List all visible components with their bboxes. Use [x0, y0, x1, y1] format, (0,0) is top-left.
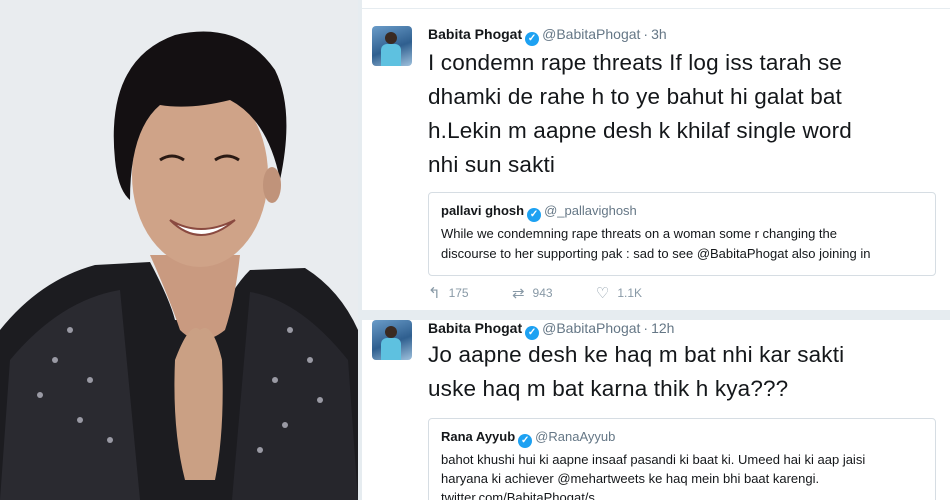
reply-icon: ↰ — [428, 285, 441, 302]
retweet-icon: ⇄ — [511, 285, 525, 302]
tweet-feed[interactable]: Babita Phogat ✓ @BabitaPhogat · 3h I condemn… — [362, 0, 950, 500]
heart-icon: ♡ — [595, 285, 610, 302]
quoted-text: bahot khushi hui ki aapne insaaf pasandi… — [441, 450, 921, 500]
verified-badge-icon: ✓ — [518, 434, 533, 448]
reply-button[interactable]: ↰ 175 — [428, 284, 469, 302]
author-name[interactable]: Babita Phogat — [428, 320, 522, 336]
tweet-separator — [362, 310, 950, 320]
tweet-text-line: I condemn rape threats If log iss tarah … — [428, 50, 843, 75]
quoted-author-name: Rana Ayyub — [441, 429, 516, 444]
tweet-text-line: h.Lekin m aapne desh k khilaf single wor… — [428, 118, 852, 143]
verified-badge-icon: ✓ — [527, 208, 542, 222]
retweet-button[interactable]: ⇄ 943 — [512, 284, 553, 302]
quoted-author-handle: @_pallavighosh — [544, 203, 637, 218]
tweet-text-line: dhamki de rahe h to ye bahut hi galat ba… — [428, 84, 842, 109]
tweet-time[interactable]: 12h — [651, 320, 674, 336]
quoted-text-line: haryana ki achiever @mehartweets ke haq … — [441, 471, 820, 486]
tweet-actions: ↰ 175 ⇄ 943 ♡ 1.1K — [428, 284, 682, 302]
quoted-tweet[interactable]: pallavi ghosh ✓ @_pallavighosh While we co… — [428, 192, 936, 276]
quoted-author-name: pallavi ghosh — [441, 203, 525, 218]
tweet-text-line: Jo aapne desh ke haq m bat nhi kar sakti — [428, 342, 845, 367]
retweet-count: 943 — [532, 286, 553, 300]
quoted-tweet[interactable]: Rana Ayyub ✓ @RanaAyyub bahot khushi hui k… — [428, 418, 936, 500]
quoted-link[interactable]: twitter.com/BabitaPhogat/s... — [441, 488, 921, 500]
tweet-1[interactable]: Babita Phogat ✓ @BabitaPhogat · 3h I condemn… — [362, 8, 950, 310]
tweet-text: I condemn rape threats If log iss tarah … — [428, 46, 852, 182]
tweet-header: Babita Phogat ✓ @BabitaPhogat · 3h — [428, 26, 667, 46]
author-name[interactable]: Babita Phogat — [428, 26, 522, 42]
like-button[interactable]: ♡ 1.1K — [596, 284, 642, 302]
quoted-text-line: While we condemning rape threats on a wo… — [441, 226, 837, 241]
tweet-time[interactable]: 3h — [651, 26, 667, 42]
quoted-text: While we condemning rape threats on a wo… — [441, 224, 921, 264]
person-photo-drawing — [0, 0, 358, 500]
quoted-header: pallavi ghosh ✓ @_pallavighosh — [441, 203, 637, 222]
tweet-header: Babita Phogat ✓ @BabitaPhogat · 12h — [428, 320, 674, 340]
quoted-text-line: bahot khushi hui ki aapne insaaf pasandi… — [441, 452, 866, 467]
tweet-text-line: uske haq m bat karna thik h kya??? — [428, 376, 789, 401]
author-handle[interactable]: @BabitaPhogat — [542, 26, 640, 42]
dot-separator: · — [643, 320, 649, 336]
tweet-text-line: nhi sun sakti — [428, 152, 556, 177]
person-photo — [0, 0, 358, 500]
dot-separator: · — [643, 26, 649, 42]
tweet-text: Jo aapne desh ke haq m bat nhi kar sakti… — [428, 338, 844, 406]
author-handle[interactable]: @BabitaPhogat — [542, 320, 640, 336]
quoted-header: Rana Ayyub ✓ @RanaAyyub — [441, 429, 615, 448]
verified-badge-icon: ✓ — [525, 32, 540, 46]
tweet-2[interactable]: Babita Phogat ✓ @BabitaPhogat · 12h Jo aapne… — [362, 320, 950, 500]
avatar[interactable] — [372, 26, 412, 66]
reply-count: 175 — [448, 286, 469, 300]
quoted-text-line: discourse to her supporting pak : sad to… — [441, 246, 871, 261]
avatar[interactable] — [372, 320, 412, 360]
like-count: 1.1K — [617, 286, 643, 300]
quoted-author-handle: @RanaAyyub — [535, 429, 616, 444]
